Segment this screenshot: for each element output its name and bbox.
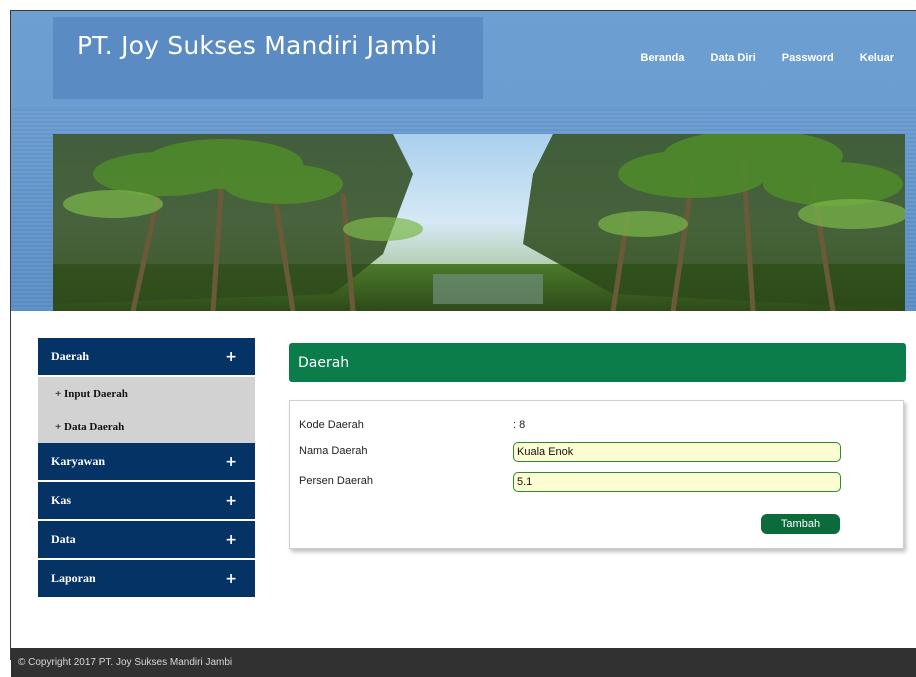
frame-border-top (10, 10, 916, 11)
tambah-button[interactable]: Tambah (761, 514, 840, 534)
site-title: PT. Joy Sukses Mandiri Jambi (77, 31, 438, 60)
sidebar-item-label: Karyawan (51, 454, 105, 468)
nav-beranda[interactable]: Beranda (641, 52, 685, 64)
sidebar-item-karyawan[interactable]: Karyawan + (38, 443, 255, 482)
plus-icon: + (225, 453, 237, 470)
plus-icon: + (225, 492, 237, 509)
sidebar-subitem-data-daerah[interactable]: + Data Daerah (38, 410, 255, 443)
nav-keluar[interactable]: Keluar (860, 52, 894, 64)
nama-daerah-label: Nama Daerah (299, 445, 368, 457)
persen-daerah-input[interactable]: 5.1 (513, 472, 841, 492)
sidebar-item-data[interactable]: Data + (38, 521, 255, 560)
plus-icon: + (225, 531, 237, 548)
footer: © Copyright 2017 PT. Joy Sukses Mandiri … (11, 648, 916, 677)
nav-data-diri[interactable]: Data Diri (711, 52, 756, 64)
banner-image (53, 134, 905, 311)
sidebar: Daerah + + Input Daerah + Data Daerah Ka… (38, 338, 255, 599)
site-header: PT. Joy Sukses Mandiri Jambi Beranda Dat… (11, 11, 916, 311)
frame-border-left (10, 10, 11, 660)
sidebar-item-kas[interactable]: Kas + (38, 482, 255, 521)
kode-daerah-value: : 8 (513, 419, 526, 431)
sidebar-item-label: Data (51, 532, 76, 546)
nav-password[interactable]: Password (782, 52, 834, 64)
daerah-form: Kode Daerah : 8 Nama Daerah Kuala Enok P… (289, 400, 904, 549)
nama-daerah-input[interactable]: Kuala Enok (513, 442, 841, 462)
page: PT. Joy Sukses Mandiri Jambi Beranda Dat… (0, 0, 916, 677)
sidebar-submenu-daerah: + Input Daerah + Data Daerah (38, 377, 255, 443)
page-title: Daerah (289, 343, 906, 382)
sidebar-item-laporan[interactable]: Laporan + (38, 560, 255, 599)
sidebar-item-daerah[interactable]: Daerah + (38, 338, 255, 377)
sidebar-item-label: Laporan (51, 571, 96, 585)
kode-daerah-label: Kode Daerah (299, 419, 364, 431)
sidebar-item-label: Daerah (51, 349, 89, 363)
plus-icon: + (225, 348, 237, 365)
sidebar-subitem-input-daerah[interactable]: + Input Daerah (38, 377, 255, 410)
persen-daerah-label: Persen Daerah (299, 475, 373, 487)
top-nav: Beranda Data Diri Password Keluar (641, 52, 895, 64)
plus-icon: + (225, 570, 237, 587)
sidebar-item-label: Kas (51, 493, 72, 507)
